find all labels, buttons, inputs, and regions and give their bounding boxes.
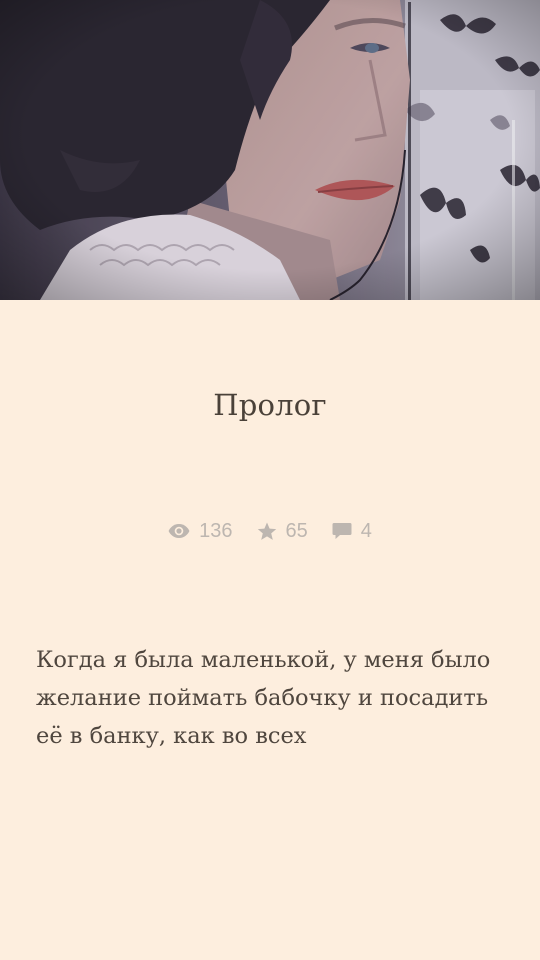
reader-page: Пролог 136 65 4 Когда я была маленькой, … xyxy=(0,0,540,960)
chapter-stats: 136 65 4 xyxy=(0,517,540,545)
chapter-text: Когда я была маленькой, у меня было жела… xyxy=(36,647,491,749)
comment-icon xyxy=(332,522,352,540)
views-count: 136 xyxy=(199,519,233,542)
views-stat: 136 xyxy=(168,519,233,543)
star-icon xyxy=(257,522,277,541)
votes-count: 65 xyxy=(285,519,308,542)
comments-stat: 4 xyxy=(332,520,372,543)
eye-icon xyxy=(168,523,190,539)
chapter-title: Пролог xyxy=(213,388,327,422)
votes-stat: 65 xyxy=(257,520,308,543)
comments-count: 4 xyxy=(360,519,372,542)
cover-portrait-image xyxy=(0,0,540,300)
cover-image xyxy=(0,0,540,300)
